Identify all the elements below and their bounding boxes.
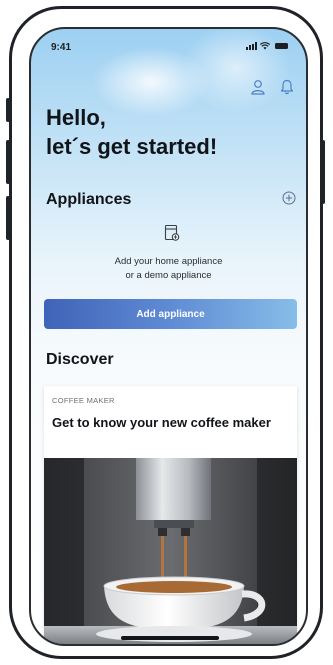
greeting-line-2: let´s get started! [46,134,218,159]
home-indicator [121,636,219,640]
wifi-icon [260,42,270,50]
greeting-line-1: Hello, [46,105,106,130]
discover-title: Discover [46,351,114,368]
power-button [321,140,325,204]
appliance-add-icon [164,224,180,241]
volume-down-button [6,196,10,240]
add-appliance-button[interactable]: Add appliance [44,299,297,329]
battery-icon [275,43,288,49]
signal-icon [246,42,257,50]
appliances-empty-text: Add your home appliance or a demo applia… [31,255,306,283]
coffee-maker-image [44,458,297,644]
greeting-heading: Hello, let´s get started! [46,103,217,161]
card-title: Get to know your new coffee maker [52,415,271,430]
status-bar: 9:41 [31,29,306,59]
top-icons [250,79,294,95]
card-category: COFFEE MAKER [52,396,115,405]
discover-card[interactable]: COFFEE MAKER Get to know your new coffee… [44,386,297,644]
appliances-title: Appliances [46,191,132,208]
volume-up-button [6,140,10,184]
app-screen: 9:41 Hello, let´s get started! Appliance… [29,27,308,646]
bell-icon[interactable] [280,79,294,95]
person-icon[interactable] [250,79,266,95]
mute-switch [6,98,10,122]
status-icons [246,42,288,50]
empty-text-line-2: or a demo appliance [125,270,212,281]
plus-circle-icon[interactable] [282,191,296,205]
status-time: 9:41 [51,42,72,53]
empty-text-line-1: Add your home appliance [114,256,223,267]
